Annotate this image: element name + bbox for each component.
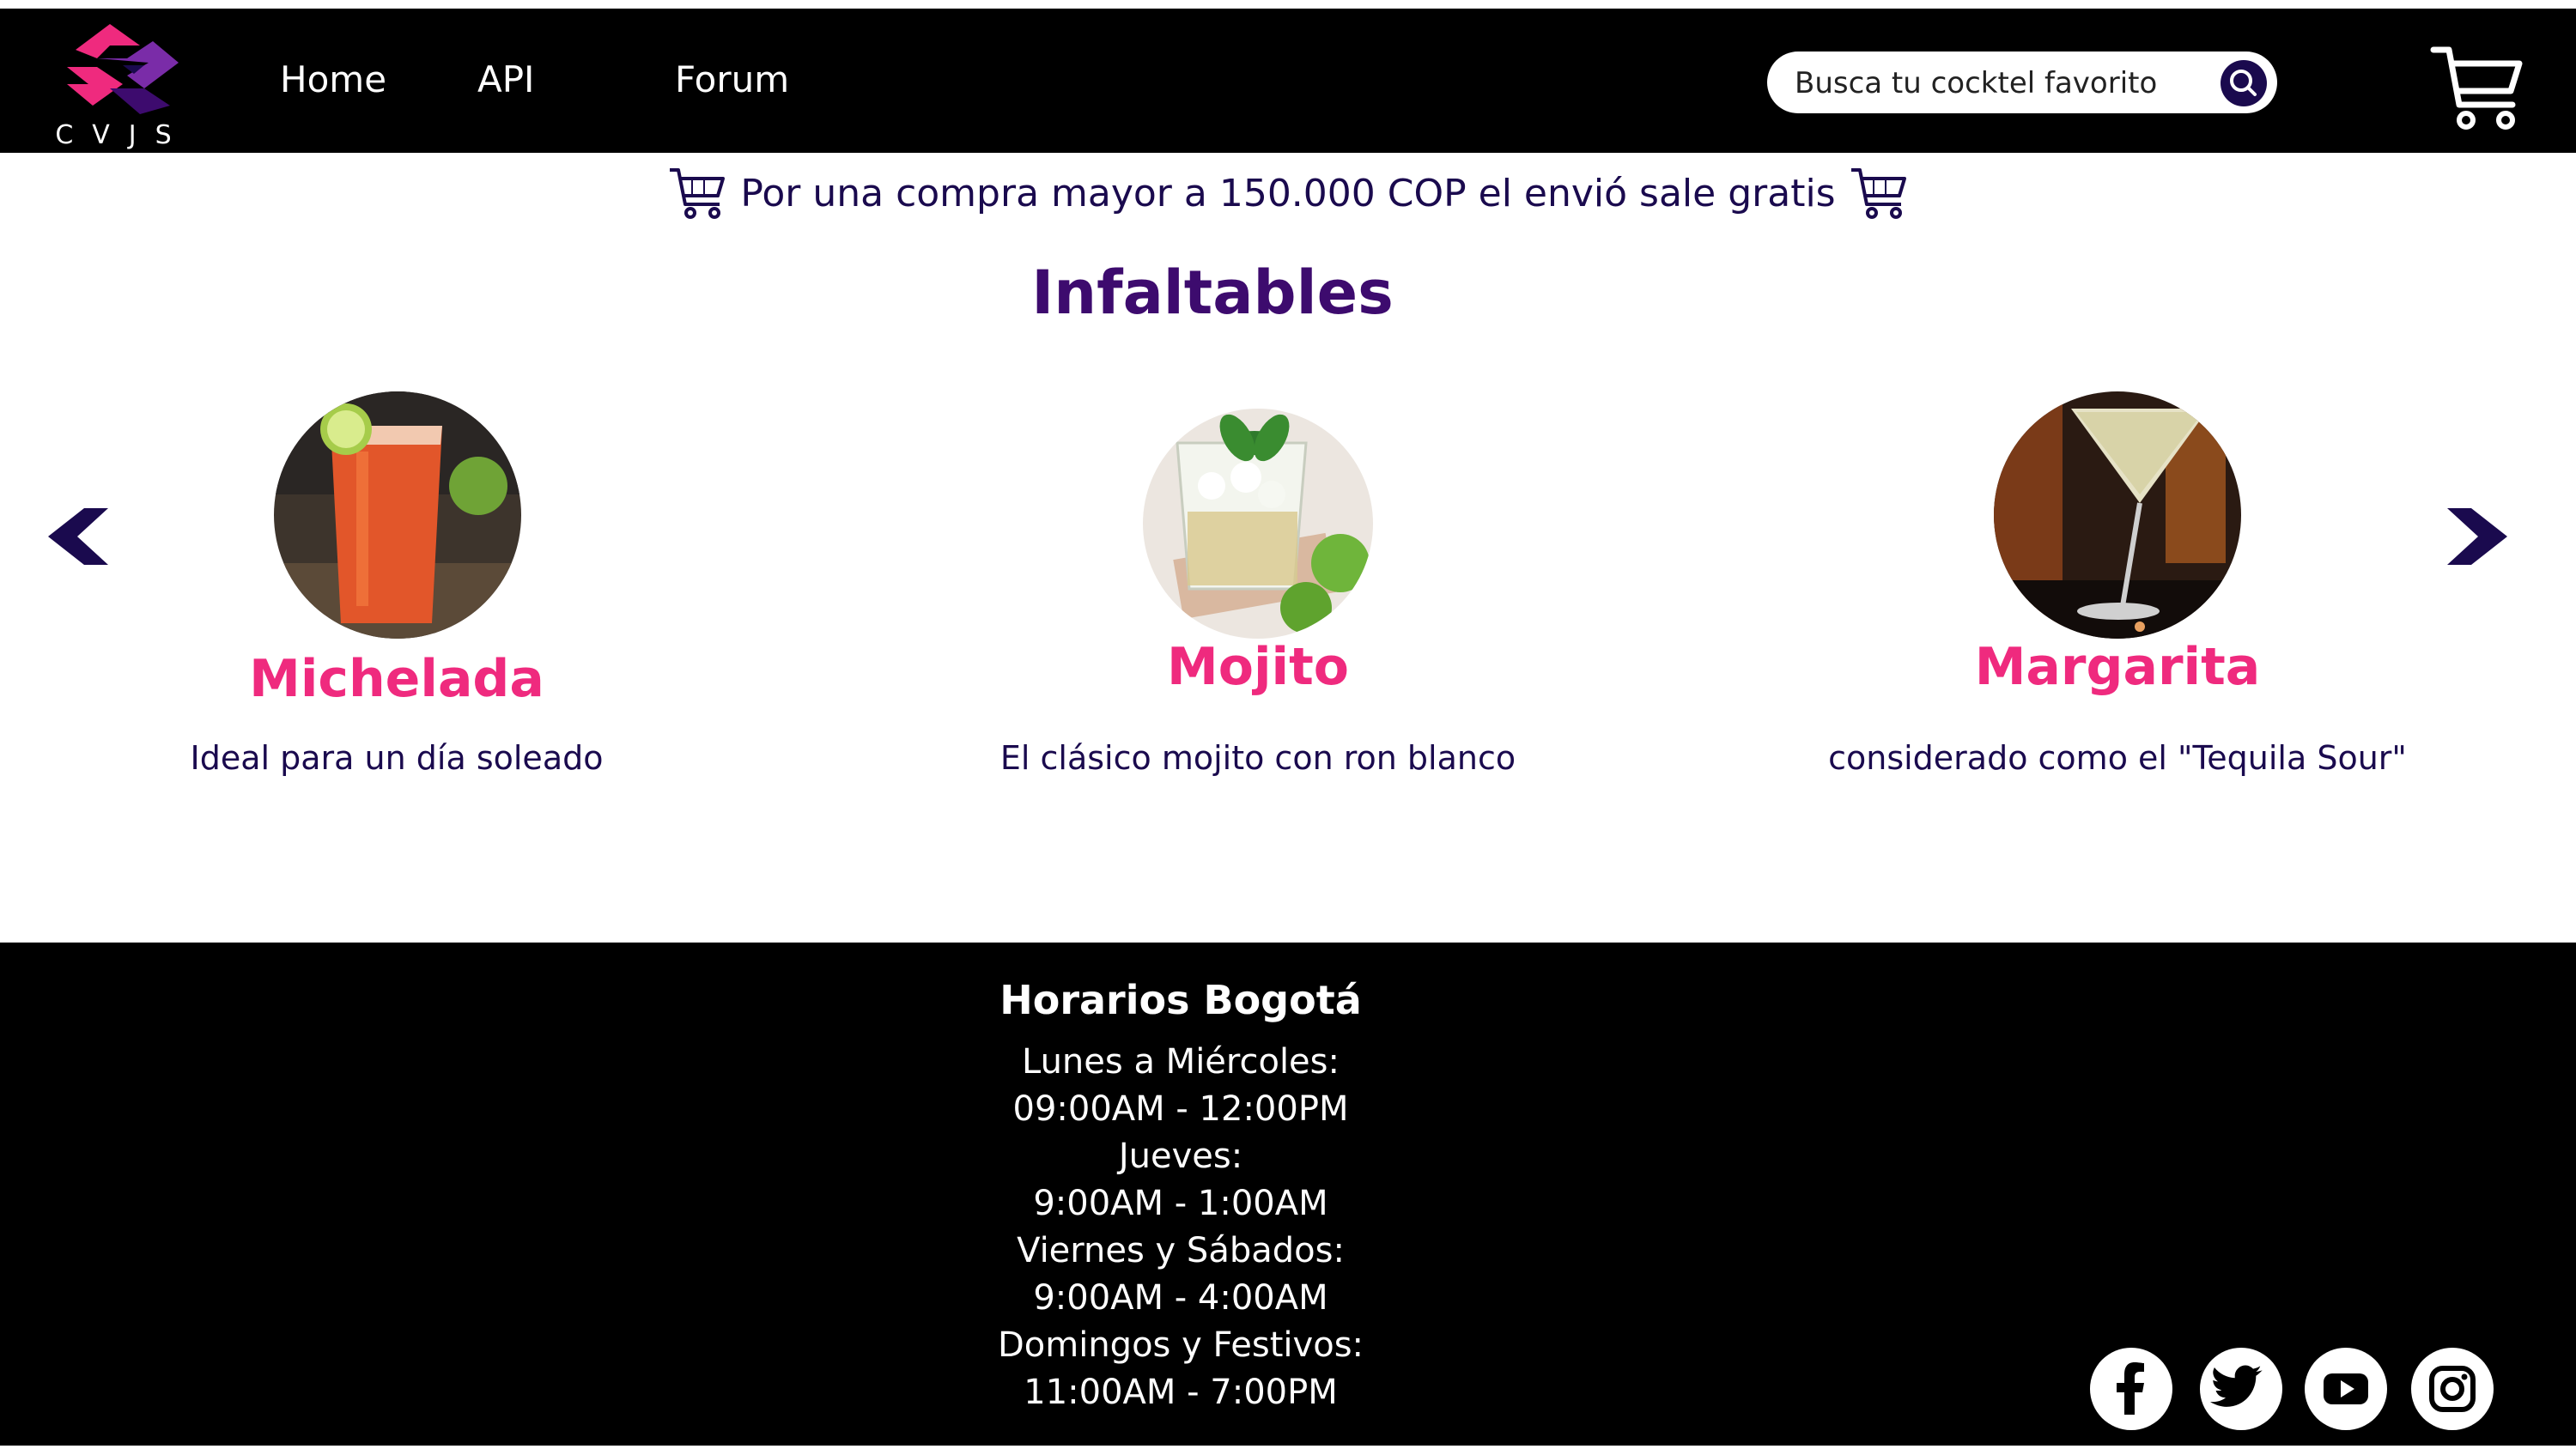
cart-icon-right <box>1850 168 1906 219</box>
search-input[interactable] <box>1793 62 2200 105</box>
margarita-photo <box>1994 391 2241 639</box>
cocktail-description: considerado como el "Tequila Sour" <box>1828 739 2407 777</box>
hours-title: Horarios Bogotá <box>999 977 1362 1023</box>
top-border <box>0 0 2576 9</box>
search-button[interactable] <box>2221 60 2267 106</box>
cocktail-name: Michelada <box>249 649 544 709</box>
cocktail-description: El clásico mojito con ron blanco <box>999 739 1516 777</box>
hours-line: Viernes y Sábados: <box>1017 1231 1345 1270</box>
search-icon <box>2230 70 2257 96</box>
carousel-prev-button[interactable] <box>48 508 110 568</box>
michelada-photo <box>274 391 521 639</box>
nav-home-link[interactable]: Home <box>280 58 386 100</box>
hours-line: Jueves: <box>1118 1137 1243 1176</box>
hours-line: 11:00AM - 7:00PM <box>1024 1373 1338 1412</box>
twitter-link[interactable] <box>2200 1348 2282 1430</box>
opening-hours: Horarios Bogotá Lunes a Miércoles: 09:00… <box>923 977 1438 1416</box>
hours-line: 09:00AM - 12:00PM <box>1012 1089 1349 1129</box>
mojito-photo <box>1143 409 1373 639</box>
chevron-left-icon <box>48 508 108 565</box>
site-header: CVJS Home API Forum <box>0 9 2576 153</box>
cocktail-description: Ideal para un día soleado <box>190 739 604 777</box>
cvjs-logo[interactable]: CVJS <box>50 24 204 153</box>
twitter-icon <box>2210 1365 2263 1407</box>
hours-line: 9:00AM - 1:00AM <box>1033 1184 1328 1223</box>
cart-icon-left <box>670 168 726 219</box>
promo-text: Por una compra mayor a 150.000 COP el en… <box>740 171 1836 215</box>
hours-line: Domingos y Festivos: <box>997 1325 1364 1365</box>
cocktail-name: Mojito <box>1167 637 1349 697</box>
logo-mark-icon <box>67 24 179 114</box>
facebook-link[interactable] <box>2090 1348 2172 1430</box>
youtube-icon <box>2324 1373 2368 1404</box>
carousel-next-button[interactable] <box>2445 508 2507 568</box>
nav-forum-link[interactable]: Forum <box>675 58 789 100</box>
section-title: Infaltables <box>1031 258 1394 328</box>
cocktail-name: Margarita <box>1974 637 2261 697</box>
search-bar <box>1767 52 2277 113</box>
instagram-icon <box>2429 1366 2476 1412</box>
logo-text: CVJS <box>55 120 191 150</box>
site-footer: Horarios Bogotá Lunes a Miércoles: 09:00… <box>0 943 2576 1446</box>
shopping-cart-icon <box>2430 46 2523 130</box>
hours-line: Lunes a Miércoles: <box>1022 1042 1340 1082</box>
chevron-right-icon <box>2447 508 2507 565</box>
nav-api-link[interactable]: API <box>477 58 534 100</box>
shipping-promo-banner: Por una compra mayor a 150.000 COP el en… <box>0 163 2576 223</box>
hours-line: 9:00AM - 4:00AM <box>1033 1278 1328 1318</box>
instagram-link[interactable] <box>2411 1348 2494 1430</box>
youtube-link[interactable] <box>2305 1348 2387 1430</box>
cart-button[interactable] <box>2430 41 2524 139</box>
facebook-icon <box>2117 1362 2144 1415</box>
